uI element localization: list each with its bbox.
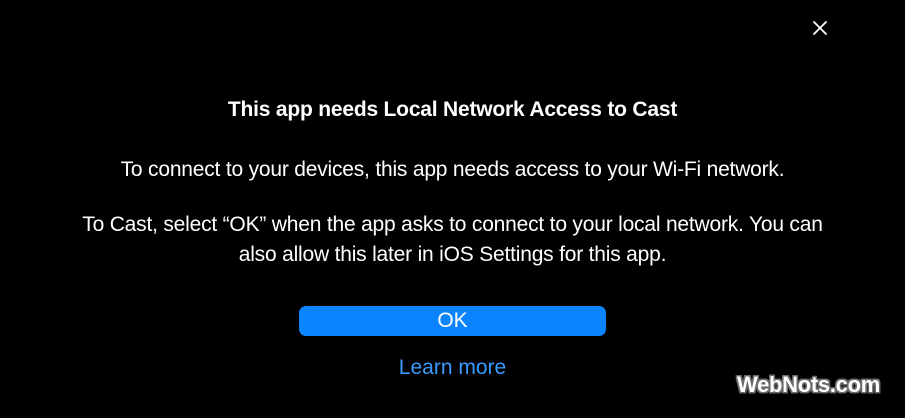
dialog-message-cast: To Cast, select “OK” when the app asks t… xyxy=(82,213,823,266)
close-button[interactable] xyxy=(808,16,832,40)
dialog-title: This app needs Local Network Access to C… xyxy=(227,98,678,121)
dialog-message-wifi: To connect to your devices, this app nee… xyxy=(120,158,785,181)
watermark-logo: WebNots.com xyxy=(737,372,880,397)
ok-button[interactable]: OK xyxy=(299,306,606,336)
close-icon xyxy=(812,20,828,36)
